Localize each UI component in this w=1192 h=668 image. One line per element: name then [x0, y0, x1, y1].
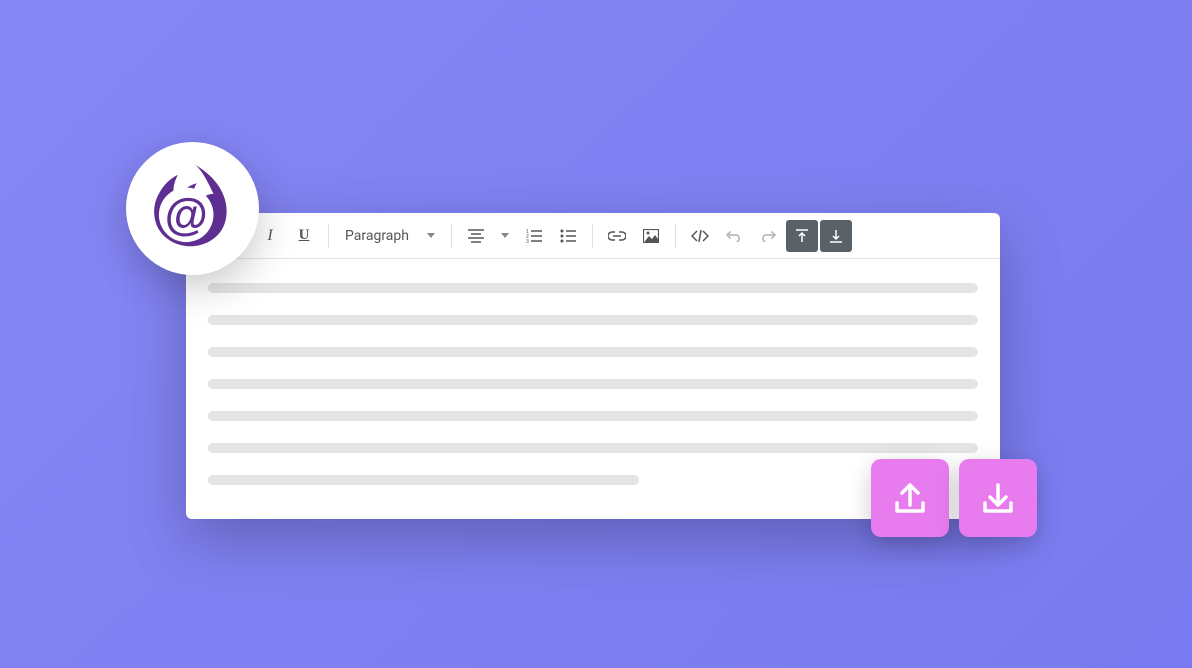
align-center-icon — [468, 229, 484, 243]
separator — [328, 224, 329, 248]
format-label: Paragraph — [345, 228, 409, 244]
redo-icon — [760, 230, 776, 242]
undo-icon — [726, 230, 742, 242]
blazor-flame-icon: @ — [140, 156, 245, 261]
download-button[interactable] — [959, 459, 1037, 537]
code-icon — [691, 230, 709, 242]
format-dropdown[interactable]: Paragraph — [337, 220, 443, 252]
ordered-list-icon: 123 — [526, 229, 542, 243]
image-button[interactable] — [635, 220, 667, 252]
image-icon — [643, 229, 659, 243]
separator — [675, 224, 676, 248]
separator — [451, 224, 452, 248]
export-up-icon — [795, 229, 809, 243]
upload-icon — [889, 477, 931, 519]
blazor-logo-badge: @ — [126, 142, 259, 275]
export-button[interactable] — [786, 220, 818, 252]
align-dropdown-button[interactable] — [494, 220, 516, 252]
editor-toolbar: I U Paragraph 123 — [186, 213, 1000, 259]
chevron-down-icon — [427, 233, 435, 238]
redo-button[interactable] — [752, 220, 784, 252]
upload-button[interactable] — [871, 459, 949, 537]
import-button[interactable] — [820, 220, 852, 252]
download-icon — [977, 477, 1019, 519]
chevron-down-icon — [501, 233, 509, 238]
placeholder-line — [208, 411, 978, 421]
align-button[interactable] — [460, 220, 492, 252]
bullet-list-button[interactable] — [552, 220, 584, 252]
placeholder-line — [208, 315, 978, 325]
placeholder-line — [208, 379, 978, 389]
ordered-list-button[interactable]: 123 — [518, 220, 550, 252]
italic-button[interactable]: I — [254, 220, 286, 252]
svg-text:3: 3 — [526, 239, 529, 243]
svg-text:@: @ — [165, 191, 208, 240]
placeholder-line — [208, 347, 978, 357]
placeholder-line — [208, 443, 978, 453]
link-icon — [608, 231, 626, 241]
underline-button[interactable]: U — [288, 220, 320, 252]
code-view-button[interactable] — [684, 220, 716, 252]
floating-actions — [871, 459, 1037, 537]
import-down-icon — [829, 229, 843, 243]
link-button[interactable] — [601, 220, 633, 252]
placeholder-line — [208, 283, 978, 293]
placeholder-line — [208, 475, 639, 485]
bullet-list-icon — [560, 229, 576, 243]
separator — [592, 224, 593, 248]
undo-button[interactable] — [718, 220, 750, 252]
